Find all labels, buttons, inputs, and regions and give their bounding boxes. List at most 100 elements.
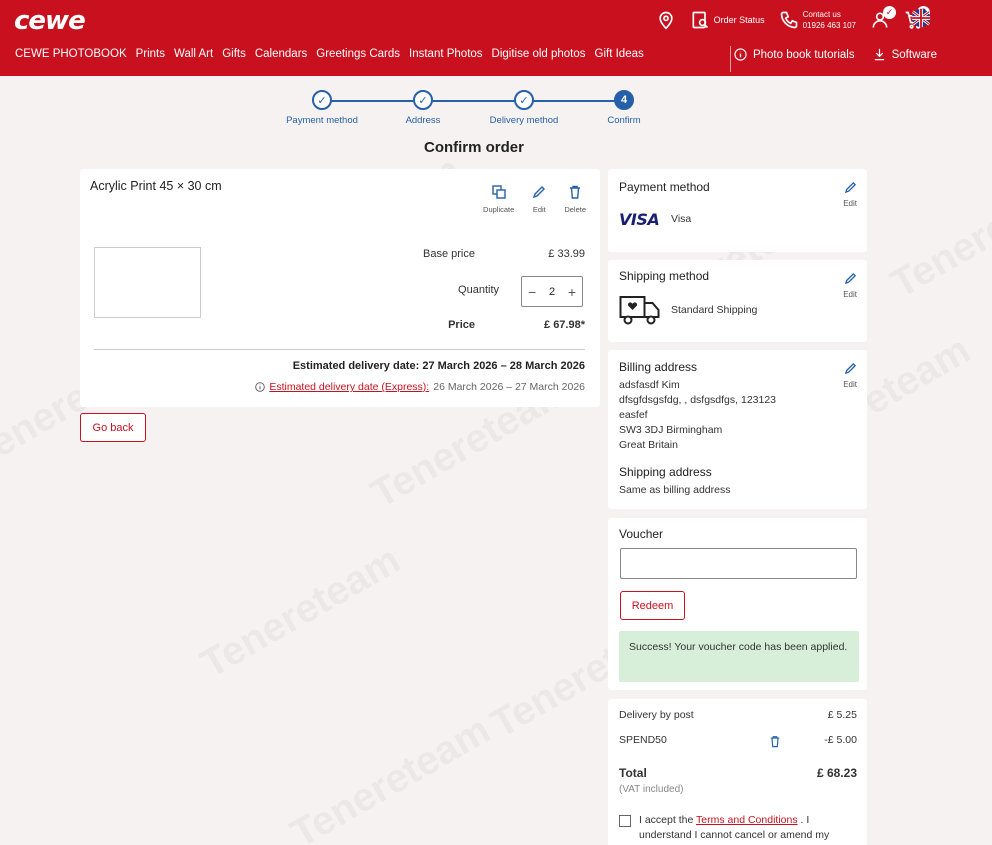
tutorials-label: Photo book tutorials <box>752 48 855 61</box>
software-link[interactable]: Software <box>873 48 937 61</box>
address-line: Great Britain <box>619 439 678 451</box>
nav-prints[interactable]: Prints <box>136 48 165 60</box>
step-label: Payment method <box>286 115 358 126</box>
estimated-delivery: Estimated delivery date: 27 March 2026 –… <box>293 360 585 372</box>
voucher-title: Voucher <box>619 527 664 541</box>
order-status-link[interactable]: Order Status <box>690 10 765 30</box>
cewe-logo[interactable]: cewe <box>14 6 86 36</box>
contact-link[interactable]: Contact us 01926 463 107 <box>779 9 856 31</box>
download-icon <box>874 48 884 61</box>
contact-phone: 01926 463 107 <box>802 21 856 30</box>
nav-digitise-old-photos[interactable]: Digitise old photos <box>492 48 586 60</box>
redeem-button[interactable]: Redeem <box>620 591 685 620</box>
watermark: Tenereteam <box>194 538 408 688</box>
check-icon: ✓ <box>514 90 534 110</box>
info-icon <box>255 382 266 392</box>
product-actions: Duplicate Edit Delete <box>483 185 586 214</box>
account-button[interactable]: ✓ <box>870 6 896 30</box>
pencil-icon <box>533 186 546 199</box>
billing-address-title: Billing address <box>619 360 698 374</box>
shipping-method-title: Shipping method <box>619 269 710 283</box>
total-value: £ 68.23 <box>816 766 857 780</box>
remove-voucher-button[interactable] <box>769 735 781 751</box>
product-title: Acrylic Print 45 × 30 cm <box>90 179 222 193</box>
trash-icon <box>770 736 780 748</box>
order-summary-card: Delivery by post £ 5.25 SPEND50 -£ 5.00 … <box>608 699 867 845</box>
voucher-card: Voucher Redeem Success! Your voucher cod… <box>608 518 867 690</box>
card-name: Visa <box>671 213 692 225</box>
nav-wall-art[interactable]: Wall Art <box>174 48 213 60</box>
step-confirm: 4 Confirm <box>574 90 674 126</box>
nav-gifts[interactable]: Gifts <box>222 48 246 60</box>
edit-label: Edit <box>843 380 857 389</box>
price-row: Price £ 67.98* <box>365 319 585 331</box>
shipping-address-title: Shipping address <box>619 465 712 479</box>
step-label: Delivery method <box>489 115 559 126</box>
voucher-discount-row: SPEND50 -£ 5.00 <box>619 734 857 748</box>
delivery-truck-icon <box>619 296 660 325</box>
nav-secondary: Photo book tutorials Software <box>734 48 937 61</box>
price-label: Price <box>448 319 475 331</box>
header-icons: Order Status Contact us 01926 463 107 ✓ … <box>656 6 930 34</box>
pencil-icon <box>844 272 856 285</box>
step-delivery-method[interactable]: ✓ Delivery method <box>474 90 574 126</box>
photo-book-tutorials-link[interactable]: Photo book tutorials <box>734 48 855 61</box>
increase-quantity-button[interactable]: + <box>568 284 576 300</box>
edit-product-button[interactable]: Edit <box>532 185 546 214</box>
software-label: Software <box>891 48 937 61</box>
delivery-cost-row: Delivery by post £ 5.25 <box>619 709 857 721</box>
price-value: £ 67.98* <box>544 319 585 331</box>
edit-billing-button[interactable]: Edit <box>843 362 857 389</box>
phone-icon <box>780 11 797 29</box>
voucher-discount-value: -£ 5.00 <box>824 734 857 746</box>
express-delivery-link[interactable]: Estimated delivery date (Express): <box>269 381 429 393</box>
delivery-dates: 27 March 2026 – 28 March 2026 <box>422 360 585 372</box>
delete-product-button[interactable]: Delete <box>564 185 586 214</box>
pencil-icon <box>844 362 856 375</box>
nav-instant-photos[interactable]: Instant Photos <box>409 48 483 60</box>
shipping-address-value: Same as billing address <box>619 484 731 496</box>
duplicate-icon <box>491 185 506 199</box>
billing-address-lines: adsfasdf Kim dfsgfdsgsfdg, , dsfgsdfgs, … <box>619 378 776 453</box>
step-address[interactable]: ✓ Address <box>373 90 473 126</box>
vat-note: (VAT included) <box>619 784 684 795</box>
decrease-quantity-button[interactable]: − <box>528 284 536 300</box>
edit-shipping-button[interactable]: Edit <box>843 272 857 299</box>
product-card: Acrylic Print 45 × 30 cm Duplicate Edit … <box>80 169 600 407</box>
check-icon: ✓ <box>413 90 433 110</box>
top-header: cewe Order Status Contact us 01926 463 1… <box>0 0 992 76</box>
product-thumbnail[interactable] <box>94 247 201 318</box>
quantity-label: Quantity <box>458 284 499 296</box>
nav-cewe-photobook[interactable]: CEWE PHOTOBOOK <box>15 48 127 60</box>
quantity-stepper: − 2 + <box>521 276 583 307</box>
nav-greetings-cards[interactable]: Greetings Cards <box>316 48 400 60</box>
step-label: Address <box>405 115 441 126</box>
step-label: Confirm <box>607 115 641 126</box>
step-payment-method[interactable]: ✓ Payment method <box>272 90 372 126</box>
duplicate-label: Duplicate <box>483 205 515 214</box>
terms-checkbox[interactable] <box>619 815 631 827</box>
total-row: Total £ 68.23 <box>619 766 857 780</box>
address-line: SW3 3DJ Birmingham <box>619 424 723 436</box>
go-back-button[interactable]: Go back <box>80 413 146 442</box>
store-locator-icon[interactable] <box>656 10 676 30</box>
address-line: easfef <box>619 409 648 421</box>
nav-calendars[interactable]: Calendars <box>255 48 307 60</box>
info-icon <box>734 48 747 61</box>
terms-link[interactable]: Terms and Conditions <box>696 814 798 826</box>
shipping-method-value: Standard Shipping <box>671 304 758 316</box>
edit-payment-button[interactable]: Edit <box>843 181 857 208</box>
delete-label: Delete <box>564 205 586 214</box>
step-number: 4 <box>614 90 634 110</box>
base-price-value: £ 33.99 <box>548 248 585 260</box>
watermark: Tenereteam <box>884 158 992 308</box>
nav-gift-ideas[interactable]: Gift Ideas <box>595 48 644 60</box>
order-status-label: Order Status <box>713 14 765 25</box>
page-title: Confirm order <box>423 139 524 156</box>
trash-icon <box>570 185 581 199</box>
duplicate-button[interactable]: Duplicate <box>483 185 514 214</box>
uk-flag-icon[interactable] <box>910 8 932 28</box>
voucher-input[interactable] <box>620 548 857 579</box>
quantity-value[interactable]: 2 <box>549 286 555 298</box>
address-line: adsfasdf Kim <box>619 379 680 391</box>
